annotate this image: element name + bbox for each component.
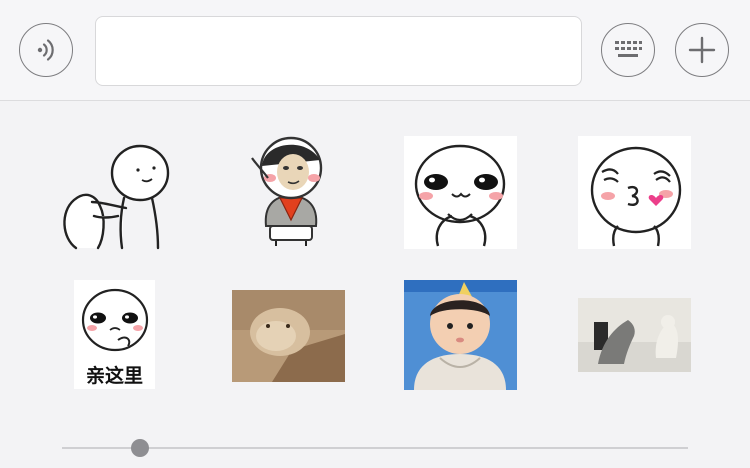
sticker-caption: 亲这里 bbox=[86, 364, 143, 387]
keyboard-icon bbox=[615, 41, 642, 57]
page-slider-thumb[interactable] bbox=[131, 439, 149, 457]
stickman-hug-icon bbox=[63, 144, 170, 250]
chat-input-bar bbox=[0, 0, 750, 101]
more-button[interactable] bbox=[675, 23, 729, 77]
sticker-text-face[interactable]: 亲这里 bbox=[74, 280, 155, 389]
kiss-face-icon bbox=[590, 146, 682, 247]
text-face-icon: 亲这里 bbox=[81, 288, 149, 387]
sticker-saluting-face[interactable] bbox=[246, 134, 336, 250]
shy-face-icon bbox=[414, 144, 506, 247]
sticker-shy-face[interactable] bbox=[404, 136, 517, 249]
sticker-baby-photo[interactable] bbox=[404, 280, 517, 390]
sticker-kiss-face[interactable] bbox=[578, 136, 691, 249]
plus-icon bbox=[688, 36, 716, 64]
message-input[interactable] bbox=[95, 16, 582, 86]
cats-photo-icon bbox=[578, 298, 691, 372]
keyboard-button[interactable] bbox=[601, 23, 655, 77]
sticker-cats-photo[interactable] bbox=[578, 298, 691, 372]
hamster-photo-icon bbox=[232, 290, 345, 382]
sticker-hamster-photo[interactable] bbox=[232, 290, 345, 382]
saluting-face-icon bbox=[251, 136, 323, 246]
page-slider-track[interactable] bbox=[62, 447, 688, 449]
baby-photo-icon bbox=[404, 280, 517, 390]
voice-button[interactable] bbox=[19, 23, 73, 77]
sticker-stickman-hug[interactable] bbox=[58, 140, 173, 250]
voice-wave-icon bbox=[37, 39, 54, 61]
